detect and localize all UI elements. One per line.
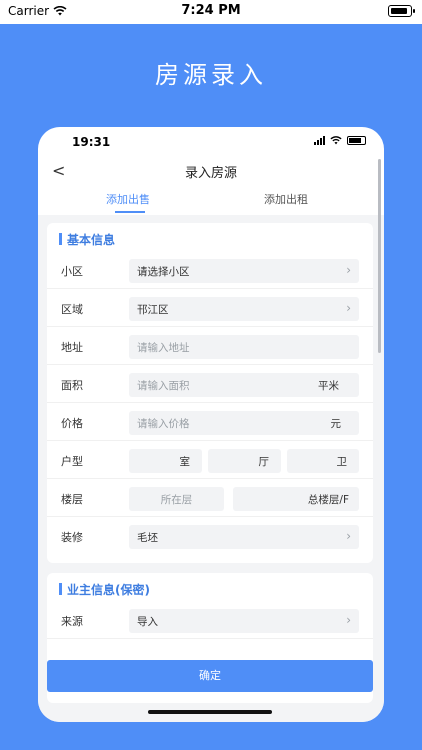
tab-add-rent[interactable]: 添加出租 — [264, 191, 308, 207]
floor-placeholder: 所在层 — [160, 494, 193, 506]
district-label: 区域 — [61, 303, 83, 316]
layout-label: 户型 — [61, 455, 83, 468]
district-value: 邗江区 — [137, 304, 169, 316]
bath-input[interactable]: 卫 — [287, 449, 359, 473]
scrollbar[interactable] — [378, 159, 381, 353]
room-input[interactable]: 室 — [129, 449, 202, 473]
source-select[interactable]: 导入 › — [129, 609, 359, 633]
inner-status-time: 19:31 — [72, 135, 111, 149]
bath-unit: 卫 — [336, 456, 348, 468]
battery-icon — [347, 136, 366, 145]
nav-bar: < 录入房源 — [38, 157, 384, 185]
section-title-owner: 业主信息(保密) — [59, 581, 150, 598]
community-label: 小区 — [61, 265, 83, 278]
hall-unit: 厅 — [258, 456, 270, 468]
hero-title: 房源录入 — [155, 61, 267, 89]
row-decoration: 装修 毛坯 › — [47, 517, 373, 555]
wifi-icon — [330, 136, 342, 145]
source-value: 导入 — [137, 616, 158, 628]
signal-icon — [314, 136, 325, 145]
area-label: 面积 — [61, 379, 83, 392]
community-value: 请选择小区 — [137, 266, 190, 278]
row-source: 来源 导入 › — [47, 601, 373, 639]
confirm-button[interactable]: 确定 — [47, 660, 373, 692]
nav-title: 录入房源 — [184, 166, 237, 181]
chevron-right-icon: › — [346, 529, 351, 543]
row-address: 地址 请输入地址 — [47, 327, 373, 365]
section-title-basic: 基本信息 — [59, 231, 115, 248]
area-placeholder: 请输入面积 — [137, 380, 190, 392]
decoration-value: 毛坯 — [137, 532, 158, 544]
address-input[interactable]: 请输入地址 — [129, 335, 359, 359]
tab-bar: 添加出售 添加出租 — [38, 187, 384, 215]
row-price: 价格 请输入价格 元 — [47, 403, 373, 441]
chevron-right-icon: › — [346, 613, 351, 627]
home-indicator — [148, 710, 272, 714]
basic-info-card: 基本信息 小区 请选择小区 › 区域 邗江区 › 地址 请输入地址 面积 请输入… — [47, 223, 373, 563]
decoration-label: 装修 — [61, 531, 83, 544]
price-input[interactable]: 请输入价格 元 — [129, 411, 359, 435]
row-layout: 户型 室 厅 卫 — [47, 441, 373, 479]
inner-status-bar: 19:31 — [38, 127, 384, 155]
outer-status-bar: Carrier 7:24 PM — [0, 0, 422, 24]
battery-icon — [388, 5, 415, 17]
district-select[interactable]: 邗江区 › — [129, 297, 359, 321]
hall-input[interactable]: 厅 — [208, 449, 281, 473]
room-unit: 室 — [179, 456, 191, 468]
area-input[interactable]: 请输入面积 平米 — [129, 373, 359, 397]
chevron-right-icon: › — [346, 263, 351, 277]
total-floor-input[interactable]: 总楼层/F — [233, 487, 359, 511]
area-unit: 平米 — [318, 380, 339, 392]
floor-input[interactable]: 所在层 — [129, 487, 224, 511]
price-placeholder: 请输入价格 — [137, 418, 190, 430]
phone-frame: 19:31 < 录入房源 添加出售 添加出租 基本信息 小区 请选择小区 › 区… — [38, 127, 384, 722]
active-tab-indicator — [115, 211, 145, 213]
row-floor: 楼层 所在层 总楼层/F — [47, 479, 373, 517]
price-unit: 元 — [330, 418, 342, 430]
total-floor-unit: 总楼层/F — [307, 494, 349, 506]
community-select[interactable]: 请选择小区 › — [129, 259, 359, 283]
price-label: 价格 — [61, 417, 83, 430]
status-time: 7:24 PM — [181, 3, 241, 18]
floor-label: 楼层 — [61, 493, 83, 506]
form-content: 基本信息 小区 请选择小区 › 区域 邗江区 › 地址 请输入地址 面积 请输入… — [38, 215, 384, 722]
tab-add-sale[interactable]: 添加出售 — [106, 191, 150, 207]
row-community: 小区 请选择小区 › — [47, 251, 373, 289]
decoration-select[interactable]: 毛坯 › — [129, 525, 359, 549]
address-label: 地址 — [61, 341, 83, 354]
source-label: 来源 — [61, 615, 83, 628]
row-area: 面积 请输入面积 平米 — [47, 365, 373, 403]
chevron-right-icon: › — [346, 301, 351, 315]
inner-status-icons — [314, 136, 366, 145]
address-placeholder: 请输入地址 — [137, 342, 190, 354]
row-district: 区域 邗江区 › — [47, 289, 373, 327]
